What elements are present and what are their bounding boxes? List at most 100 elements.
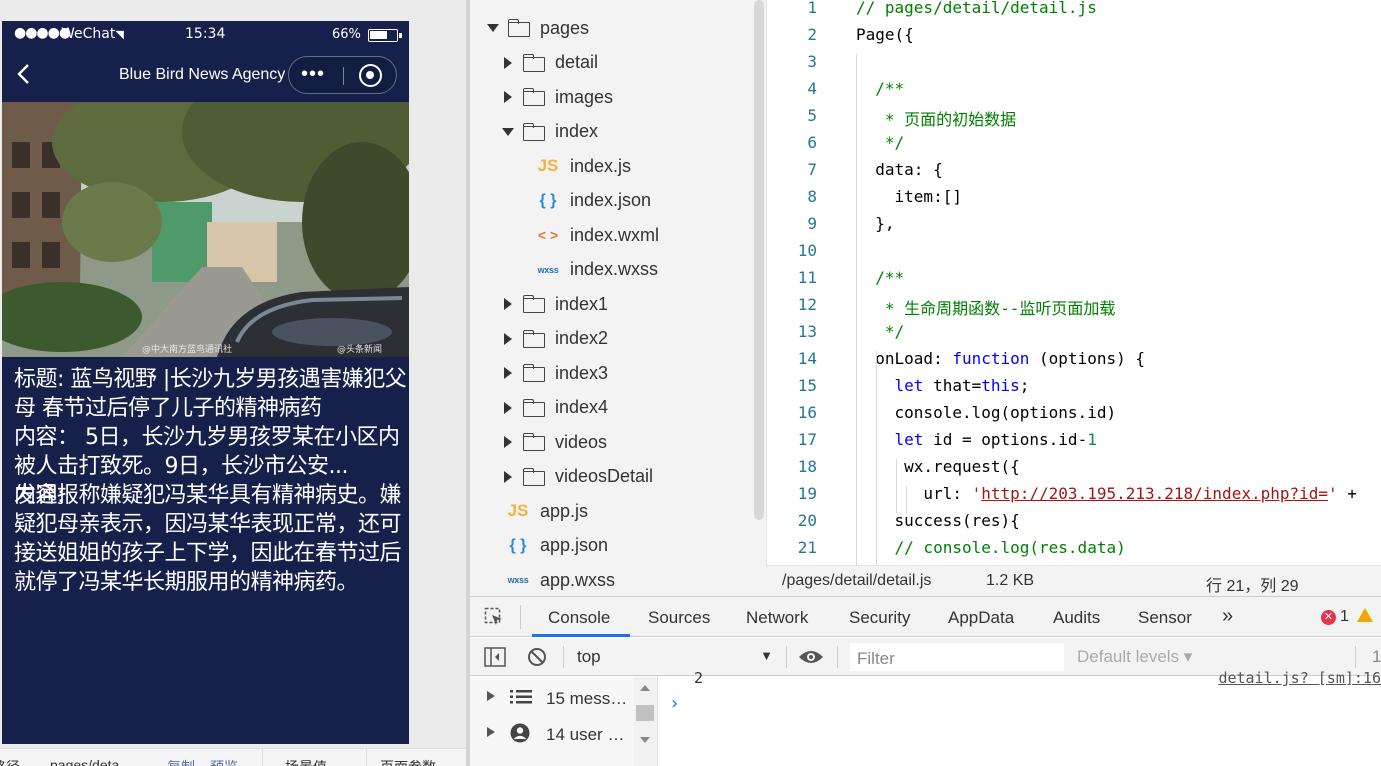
file-tree-item[interactable]: JS app.js [506,495,588,527]
live-expression-eye-icon[interactable] [798,648,824,666]
tab-security[interactable]: Security [849,608,910,628]
status-time: 15:34 [185,26,226,42]
context-selector[interactable]: top ▼ [577,647,773,667]
close-miniprogram-icon[interactable] [359,64,382,87]
expand-right-icon[interactable] [501,435,515,449]
code-line[interactable]: 6 */ [767,133,1381,160]
file-tree-item[interactable]: < > index.wxml [536,219,659,251]
json-file-icon: { } [509,536,527,554]
file-tree-item[interactable]: pages [486,12,589,44]
folder-open-icon [523,122,546,141]
code-line[interactable]: 1 // pages/detail/detail.js [767,0,1381,25]
clear-console-icon[interactable] [527,647,547,667]
indent-guide [906,486,907,513]
expand-right-icon[interactable] [501,366,515,380]
file-tree-item[interactable]: videos [501,426,607,458]
code-line[interactable]: 16 console.log(options.id) [767,403,1381,430]
console-filter-input[interactable]: Filter [850,643,1064,671]
code-line[interactable]: 11 /** [767,268,1381,295]
file-tree-item[interactable]: wxss index.wxss [536,254,658,286]
file-tree-label: index4 [555,397,609,417]
article-body: 发通报称嫌疑犯冯某华具有精神病史。嫌疑犯母亲表示，因冯某华表现正常，还可接送姐姐… [14,483,402,595]
file-tree-label: index1 [555,293,609,314]
file-tree-item[interactable]: index3 [501,357,608,389]
file-tree-item[interactable]: index2 [501,323,608,355]
file-tree-item[interactable]: index4 [501,392,608,424]
file-tree-item[interactable]: JS index.js [536,150,631,182]
sidebar-messages[interactable]: 15 messages [470,679,630,713]
console-sidebar: 15 messages 14 user messages [470,677,658,766]
file-tree-item[interactable]: wxss app.wxss [506,564,615,596]
code-line[interactable]: 4 /** [767,79,1381,106]
code-line[interactable]: 5 * 页面的初始数据 [767,106,1381,133]
code-line[interactable]: 3 [767,52,1381,79]
file-tree-item[interactable]: { } app.json [506,530,609,562]
expand-right-icon[interactable] [501,90,515,104]
tab-audits[interactable]: Audits [1053,608,1100,628]
code-line[interactable]: 17 let id = options.id-1 [767,430,1381,457]
file-tree-item[interactable]: index1 [501,288,608,320]
expand-right-icon[interactable] [501,297,515,311]
tab-network[interactable]: Network [746,608,808,628]
expand-down-icon[interactable] [501,125,515,139]
expand-right-icon[interactable] [501,56,515,70]
code-line[interactable]: 13 */ [767,322,1381,349]
toggle-sidebar-icon[interactable] [484,647,506,667]
tab-console[interactable]: Console [548,608,610,628]
folder-open-icon [508,19,531,37]
code-line[interactable]: 8 item:[] [767,187,1381,214]
code-line[interactable]: 9 }, [767,214,1381,241]
console-output[interactable]: 2 detail.js? [sm]:16 › [659,669,1381,766]
file-tree-item[interactable]: index [501,116,598,148]
sidebar-scrollbar[interactable] [634,677,656,766]
menu-capsule: ••• [288,56,397,94]
code-text: Page({ [856,25,914,44]
indent-guide [856,54,857,565]
code-line[interactable]: 20 success(res){ [767,511,1381,538]
code-line[interactable]: 12 * 生命周期函数--监听页面加载 [767,295,1381,322]
line-number: 15 [797,376,817,395]
code-line[interactable]: 19 url: 'http://203.195.213.218/index.ph… [767,484,1381,511]
code-line[interactable]: 18 wx.request({ [767,457,1381,484]
tab-appdata[interactable]: AppData [948,608,1014,628]
code-text: url: 'http://203.195.213.218/index.php?i… [856,484,1357,503]
code-editor[interactable]: 1// pages/detail/detail.js 2 Page({3 4 /** 5… [766,0,1381,565]
code-line[interactable]: 15 let that=this; [767,376,1381,403]
sidebar-user-messages[interactable]: 14 user messages [470,715,630,749]
file-tree-item[interactable]: images [501,81,613,113]
code-text: */ [856,133,905,152]
file-tree-item[interactable]: { } index.json [536,185,652,217]
code-line[interactable]: 21 // console.log(res.data) [767,538,1381,565]
watermark-left: @中大南方蓝鸟通讯社 [142,343,232,355]
expand-right-icon[interactable] [501,401,515,415]
file-tree-item[interactable]: videosDetail [501,461,653,493]
console-prompt-icon[interactable]: › [669,693,680,714]
log-source-link[interactable]: detail.js? [sm]:16 [1218,669,1381,687]
back-arrow-icon[interactable] [14,63,36,85]
file-tree-item[interactable]: detail [501,47,598,79]
expand-down-icon[interactable] [486,21,500,35]
tab-sources[interactable]: Sources [648,608,710,628]
scroll-thumb[interactable] [636,705,654,721]
article-summary: 标题: 蓝鸟视野 |长沙九岁男孩遇害嫌犯父母 春节过后停了儿子的精神病药 内容：… [14,365,409,481]
code-line[interactable]: 14 onLoad: function (options) { [767,349,1381,376]
error-count-badge[interactable]: ✕ 1 [1321,608,1373,626]
tab-sensor[interactable]: Sensor [1138,608,1192,628]
log-levels-dropdown[interactable]: Default levels ▾ [1077,647,1192,667]
wxml-file-icon: < > [537,227,559,243]
preview-link[interactable]: 预览 [210,757,238,766]
code-line[interactable]: 7 data: { [767,160,1381,187]
scroll-up-icon[interactable] [640,685,650,691]
scroll-down-icon[interactable] [640,737,650,743]
more-tabs-icon[interactable]: » [1222,605,1233,628]
code-line[interactable]: 2 Page({ [767,25,1381,52]
folder-icon [523,364,546,382]
expand-right-icon[interactable] [501,332,515,346]
code-line[interactable]: 10 [767,241,1381,268]
inspect-element-icon[interactable] [484,607,504,627]
cursor-position[interactable]: 行 21，列 29 [1206,572,1299,596]
expand-right-icon[interactable] [501,470,515,484]
copy-link[interactable]: 复制 [167,757,195,766]
file-tree-scrollbar[interactable] [754,0,764,520]
more-dots-icon[interactable]: ••• [301,63,325,86]
